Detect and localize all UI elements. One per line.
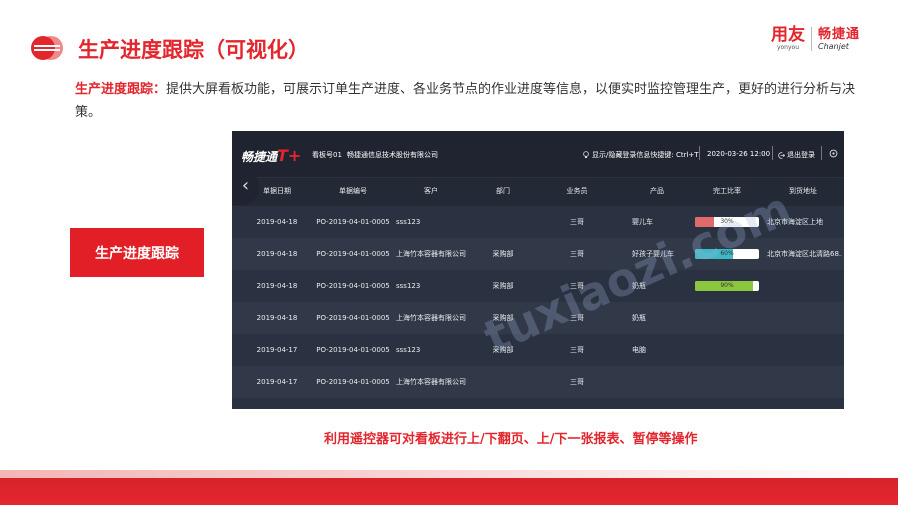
- board-number: 看板号01: [312, 151, 342, 159]
- column-header: 客户: [424, 187, 438, 195]
- caption: 利用遥控器可对看板进行上/下翻页、上/下一张报表、暂停等操作: [324, 432, 698, 447]
- cell-date: 2019-04-18: [256, 314, 298, 322]
- dashboard-logo-text: 畅捷通: [241, 150, 278, 164]
- cell-dept: 采购部: [492, 250, 514, 258]
- column-header: 单据编号: [339, 187, 367, 195]
- lightbulb-icon: [583, 151, 589, 159]
- dashboard-screen: 畅捷通T+ 看板号01 畅捷通信息技术股份有限公司 显示/隐藏登录信息快捷键: …: [232, 131, 844, 409]
- logout-icon: [778, 151, 786, 159]
- header-divider: [699, 146, 700, 160]
- description: 生产进度跟踪：提供大屏看板功能，可展示订单生产进度、各业务节点的作业进度等信息，…: [75, 78, 865, 124]
- cell-date: 2019-04-18: [256, 282, 298, 290]
- cell-order-no: PO-2019-04-01-0005: [316, 346, 390, 354]
- description-label: 生产进度跟踪：: [75, 82, 167, 97]
- cell-date: 2019-04-18: [256, 250, 298, 258]
- cell-customer: sss123: [396, 218, 421, 226]
- footer-bar: [0, 478, 898, 505]
- column-header: 业务员: [566, 187, 588, 195]
- shortcut-hint-text: 显示/隐藏登录信息快捷键: Ctrl+T: [592, 151, 699, 159]
- yonyou-logo-subtext: yonyou: [776, 44, 800, 51]
- cell-address: 北京市海淀区北清路68...: [767, 250, 842, 258]
- header-divider: [772, 146, 773, 160]
- cell-customer: sss123: [396, 346, 421, 354]
- header-divider: [821, 146, 822, 160]
- cell-order-no: PO-2019-04-01-0005: [316, 250, 390, 258]
- cell-order-no: PO-2019-04-01-0005: [316, 378, 390, 386]
- cell-product: 奶瓶: [632, 314, 646, 322]
- cell-date: 2019-04-17: [256, 346, 298, 354]
- datetime: 2020-03-26 12:00: [707, 150, 771, 158]
- chanjet-logo-text: 畅捷通: [817, 26, 860, 42]
- cell-order-no: PO-2019-04-01-0005: [316, 282, 390, 290]
- yonyou-logo-text: 用友: [770, 25, 805, 45]
- slide-logo-icon: [31, 36, 63, 60]
- cell-customer: 上海竹本容器有限公司: [396, 314, 466, 322]
- description-text: 提供大屏看板功能，可展示订单生产进度、各业务节点的作业进度等信息，以便实时监控管…: [75, 82, 856, 120]
- logout-label: 退出登录: [787, 151, 815, 159]
- slide-title: 生产进度跟踪（可视化）: [78, 38, 309, 62]
- shortcut-hint[interactable]: 显示/隐藏登录信息快捷键: Ctrl+T: [582, 150, 699, 160]
- cell-date: 2019-04-17: [256, 378, 298, 386]
- logout-button[interactable]: 退出登录: [778, 150, 815, 160]
- progress-label: 90%: [720, 282, 734, 289]
- company-name: 畅捷通信息技术股份有限公司: [347, 151, 438, 159]
- cell-date: 2019-04-18: [256, 218, 298, 226]
- cell-order-no: PO-2019-04-01-0005: [316, 218, 390, 226]
- dashboard-header: 畅捷通T+ 看板号01 畅捷通信息技术股份有限公司 显示/隐藏登录信息快捷键: …: [232, 131, 844, 177]
- dashboard-logo: 畅捷通T+: [241, 146, 301, 165]
- chanjet-logo-subtext: Chanjet: [817, 41, 849, 51]
- brand-divider: [810, 26, 812, 51]
- column-header: 部门: [496, 187, 510, 195]
- cell-product: 电脑: [632, 346, 646, 354]
- feature-button[interactable]: 生产进度跟踪: [70, 228, 204, 277]
- brand-logo: 用友 yonyou 畅捷通 Chanjet: [771, 26, 860, 51]
- cell-customer: 上海竹本容器有限公司: [396, 250, 466, 258]
- table-row[interactable]: 2019-04-17 PO-2019-04-01-0005 上海竹本容器有限公司…: [232, 366, 844, 398]
- progress-bar: 90%: [695, 281, 759, 291]
- cell-customer: sss123: [396, 282, 421, 290]
- cell-salesman: 三哥: [570, 218, 584, 226]
- cell-order-no: PO-2019-04-01-0005: [316, 314, 390, 322]
- column-header: 产品: [650, 187, 664, 195]
- cell-salesman: 三哥: [570, 378, 584, 386]
- dashboard-logo-suffix: T+: [277, 146, 302, 165]
- cell-customer: 上海竹本容器有限公司: [396, 378, 466, 386]
- settings-icon[interactable]: [829, 149, 838, 158]
